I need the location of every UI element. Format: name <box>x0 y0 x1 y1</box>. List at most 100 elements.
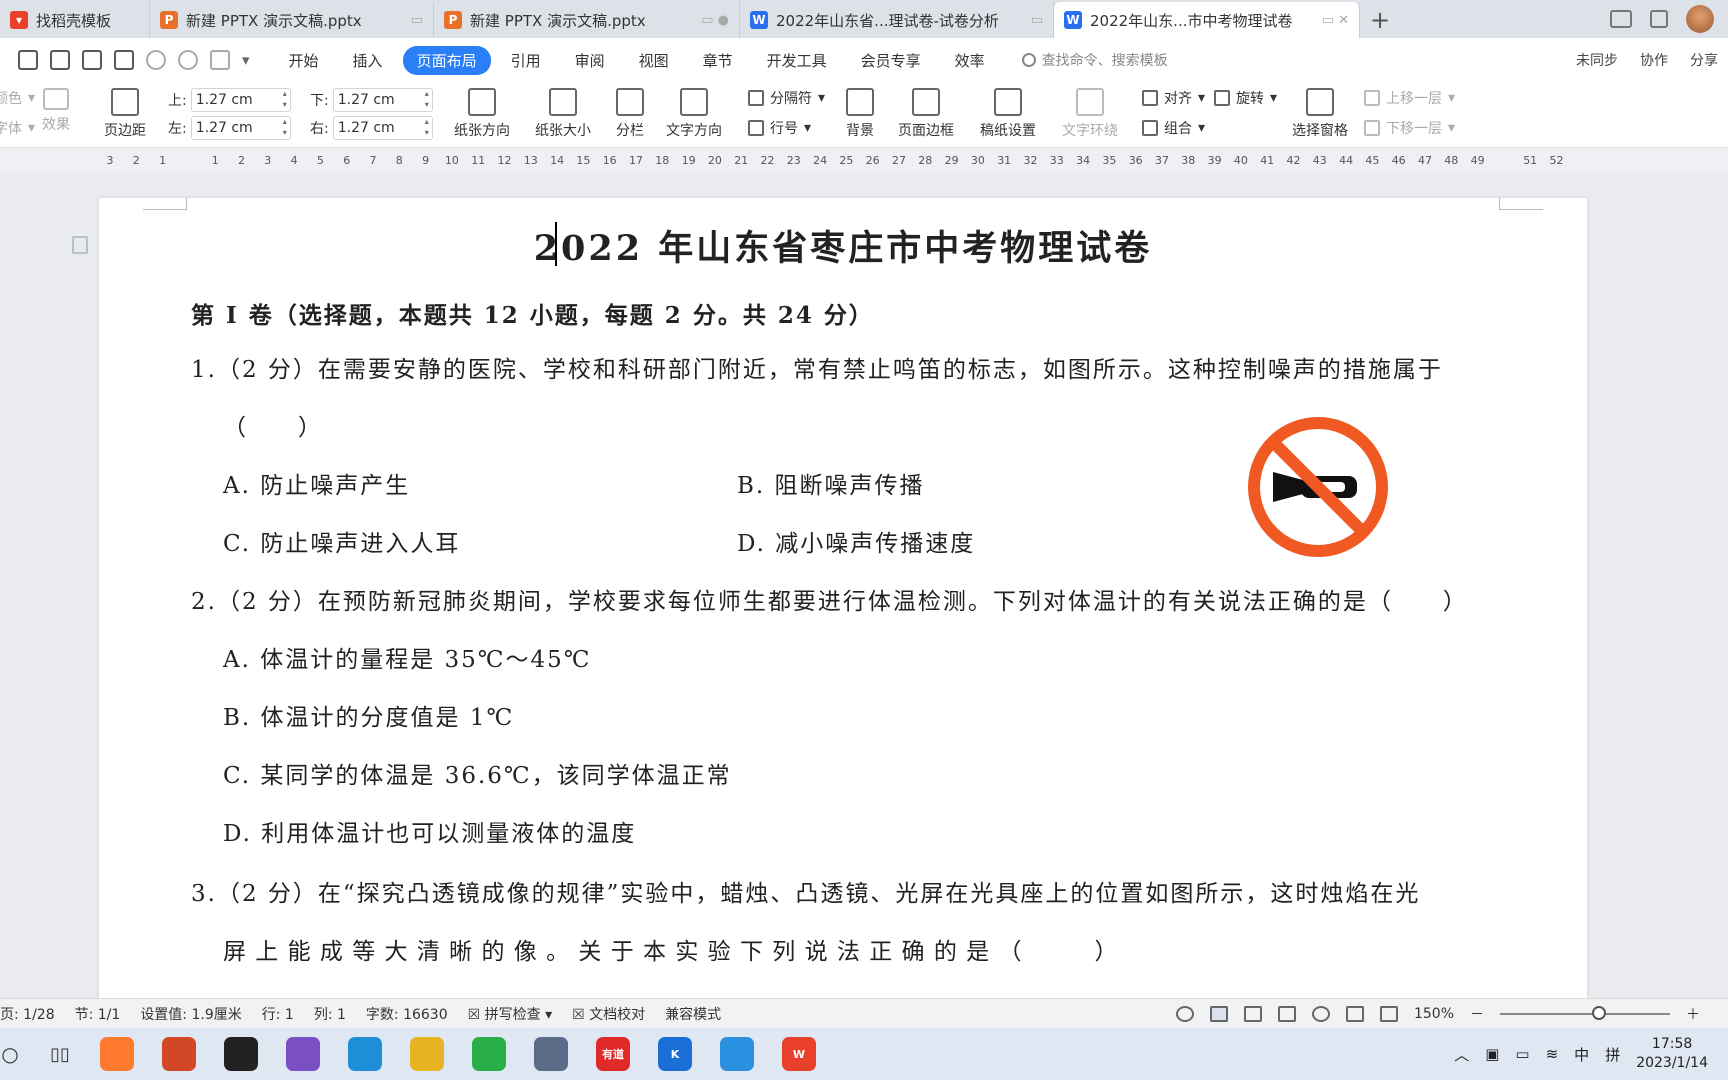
margin-left-input[interactable]: 1.27 cm <box>190 116 291 140</box>
orientation-button[interactable]: 纸张方向 <box>454 88 510 140</box>
separator-button[interactable]: 分隔符 ▾ <box>748 88 825 108</box>
save-icon[interactable] <box>18 50 38 70</box>
menu-insert[interactable]: 插入 <box>339 46 397 75</box>
horizontal-ruler[interactable]: 3 2 1 1 2 3 4 5 6 7 8 9 10 11 12 13 14 15 16 17 18 19 20 21 22 23… <box>0 148 1728 172</box>
menu-references[interactable]: 引用 <box>497 46 555 75</box>
menu-developer[interactable]: 开发工具 <box>753 46 841 75</box>
document-page[interactable]: 2022 年山东省枣庄市中考物理试卷 第 I 卷（选择题，本题共 12 小题，每… <box>99 198 1587 998</box>
text-wrap-button[interactable]: 文字环绕 <box>1062 88 1118 140</box>
menu-efficiency[interactable]: 效率 <box>941 46 999 75</box>
menu-page-layout[interactable]: 页面布局 <box>402 45 491 75</box>
theme-effects-button[interactable]: 效果 <box>42 88 70 134</box>
send-backward-button[interactable]: 下移一层 ▾ <box>1364 118 1455 138</box>
fit-window-icon[interactable] <box>1379 1005 1398 1022</box>
zoom-level[interactable]: 150% <box>1414 1006 1454 1022</box>
ime-language-indicator[interactable]: 中 <box>1574 1044 1589 1065</box>
taskbar-app-icon[interactable] <box>472 1037 506 1071</box>
word-count[interactable]: 字数: 16630 <box>366 1004 448 1024</box>
taskbar-app-icon[interactable] <box>224 1037 258 1071</box>
apps-grid-icon[interactable] <box>1650 10 1668 28</box>
zoom-out-button[interactable]: － <box>1470 1004 1484 1024</box>
zoom-slider-handle[interactable] <box>1592 1005 1606 1020</box>
share-button[interactable]: 分享 <box>1690 50 1718 70</box>
ime-mode-indicator[interactable]: 拼 <box>1605 1044 1620 1065</box>
margins-button[interactable]: 页边距 <box>104 88 146 140</box>
no-horn-sign-image[interactable] <box>1245 414 1391 560</box>
task-view-icon[interactable]: ▯▯ <box>48 1037 72 1071</box>
page-border-button[interactable]: 页面边框 <box>898 88 954 140</box>
wifi-icon[interactable]: ≋ <box>1546 1045 1559 1063</box>
document-proofread-button[interactable]: ☒ 文档校对 <box>572 1004 645 1024</box>
pin-icon[interactable]: ▭ <box>403 13 423 28</box>
columns-button[interactable]: 分栏 <box>616 88 644 140</box>
user-avatar[interactable] <box>1686 5 1714 33</box>
close-tab-icon[interactable]: ▭ ✕ <box>1314 13 1349 28</box>
bring-forward-button[interactable]: 上移一层 ▾ <box>1364 88 1455 108</box>
window-layout-icon[interactable] <box>1610 10 1632 28</box>
new-tab-button[interactable]: + <box>1360 2 1400 38</box>
pen-icon[interactable] <box>1345 1005 1364 1022</box>
taskbar-app-icon[interactable]: W <box>782 1037 816 1071</box>
taskbar-app-icon[interactable] <box>348 1037 382 1071</box>
theme-fonts-button[interactable]: 字体 ▾ <box>0 118 35 138</box>
web-view-icon[interactable] <box>1311 1005 1330 1022</box>
search-icon[interactable]: ○ <box>0 1037 20 1071</box>
page-indicator[interactable]: 页: 1/28 <box>0 1004 55 1024</box>
taskbar-app-icon[interactable] <box>410 1037 444 1071</box>
taskbar-app-icon[interactable] <box>100 1037 134 1071</box>
format-painter-icon[interactable] <box>210 50 230 70</box>
redo-icon[interactable] <box>178 50 198 70</box>
margin-bottom-input[interactable]: 1.27 cm <box>332 88 433 112</box>
background-button[interactable]: 背景 <box>846 88 874 140</box>
menu-review[interactable]: 审阅 <box>561 46 619 75</box>
selection-pane-button[interactable]: 选择窗格 <box>1292 88 1348 140</box>
spell-check-button[interactable]: ☒ 拼写检查 ▾ <box>468 1004 553 1024</box>
taskbar-app-icon[interactable] <box>286 1037 320 1071</box>
print-icon[interactable] <box>82 50 102 70</box>
quick-access-dropdown-icon[interactable]: ▾ <box>242 51 250 69</box>
align-button[interactable]: 对齐 ▾ <box>1142 88 1205 108</box>
outline-view-icon[interactable] <box>1243 1005 1262 1022</box>
manuscript-settings-button[interactable]: 稿纸设置 <box>980 88 1036 140</box>
undo-icon[interactable] <box>146 50 166 70</box>
line-numbers-button[interactable]: 行号 ▾ <box>748 118 811 138</box>
taskbar-app-icon[interactable] <box>534 1037 568 1071</box>
navigation-pane-icon[interactable] <box>72 236 88 254</box>
chevron-up-icon[interactable]: ︿ <box>1454 1044 1469 1065</box>
defender-icon[interactable]: ▣ <box>1485 1045 1499 1063</box>
zoom-in-button[interactable]: ＋ <box>1686 1004 1700 1024</box>
page-view-icon[interactable] <box>1209 1005 1228 1022</box>
save-as-icon[interactable] <box>50 50 70 70</box>
margin-right-input[interactable]: 1.27 cm <box>332 116 433 140</box>
tab-pptx-1[interactable]: P 新建 PPTX 演示文稿.pptx ▭ <box>150 2 434 38</box>
tab-pptx-2[interactable]: P 新建 PPTX 演示文稿.pptx ▭ ● <box>434 2 740 38</box>
tab-exam-doc[interactable]: W 2022年山东...市中考物理试卷 ▭ ✕ <box>1054 2 1360 38</box>
menu-chapter[interactable]: 章节 <box>689 46 747 75</box>
pin-icon[interactable]: ▭ <box>1023 13 1043 28</box>
taskbar-app-icon[interactable]: 有道 <box>596 1037 630 1071</box>
margin-top-input[interactable]: 1.27 cm <box>190 88 291 112</box>
menu-member[interactable]: 会员专享 <box>847 46 935 75</box>
taskbar-app-icon[interactable] <box>162 1037 196 1071</box>
command-search[interactable]: 查找命令、搜索模板 <box>1021 50 1168 70</box>
text-direction-button[interactable]: 文字方向 <box>666 88 722 140</box>
menu-view[interactable]: 视图 <box>625 46 683 75</box>
reading-view-icon[interactable] <box>1277 1005 1296 1022</box>
eye-protection-icon[interactable] <box>1175 1005 1194 1022</box>
paper-size-button[interactable]: 纸张大小 <box>535 88 591 140</box>
theme-colors-button[interactable]: 颜色 ▾ <box>0 88 35 108</box>
rotate-button[interactable]: 旋转 ▾ <box>1214 88 1277 108</box>
taskbar-app-icon[interactable]: K <box>658 1037 692 1071</box>
collaborate-button[interactable]: 协作 <box>1640 50 1668 70</box>
tab-analysis-doc[interactable]: W 2022年山东省...理试卷-试卷分析 ▭ <box>740 2 1054 38</box>
system-clock[interactable]: 17:58 2023/1/14 <box>1636 1035 1708 1073</box>
pin-icon[interactable]: ▭ ● <box>693 13 729 28</box>
sync-status-button[interactable]: 未同步 <box>1576 50 1618 70</box>
battery-icon[interactable]: ▭ <box>1515 1045 1529 1063</box>
tab-template-store[interactable]: ▾ 找稻壳模板 <box>0 2 150 38</box>
print-preview-icon[interactable] <box>114 50 134 70</box>
group-button[interactable]: 组合 ▾ <box>1142 118 1205 138</box>
menu-home[interactable]: 开始 <box>275 46 333 75</box>
taskbar-app-icon[interactable] <box>720 1037 754 1071</box>
zoom-slider[interactable] <box>1500 1005 1670 1020</box>
